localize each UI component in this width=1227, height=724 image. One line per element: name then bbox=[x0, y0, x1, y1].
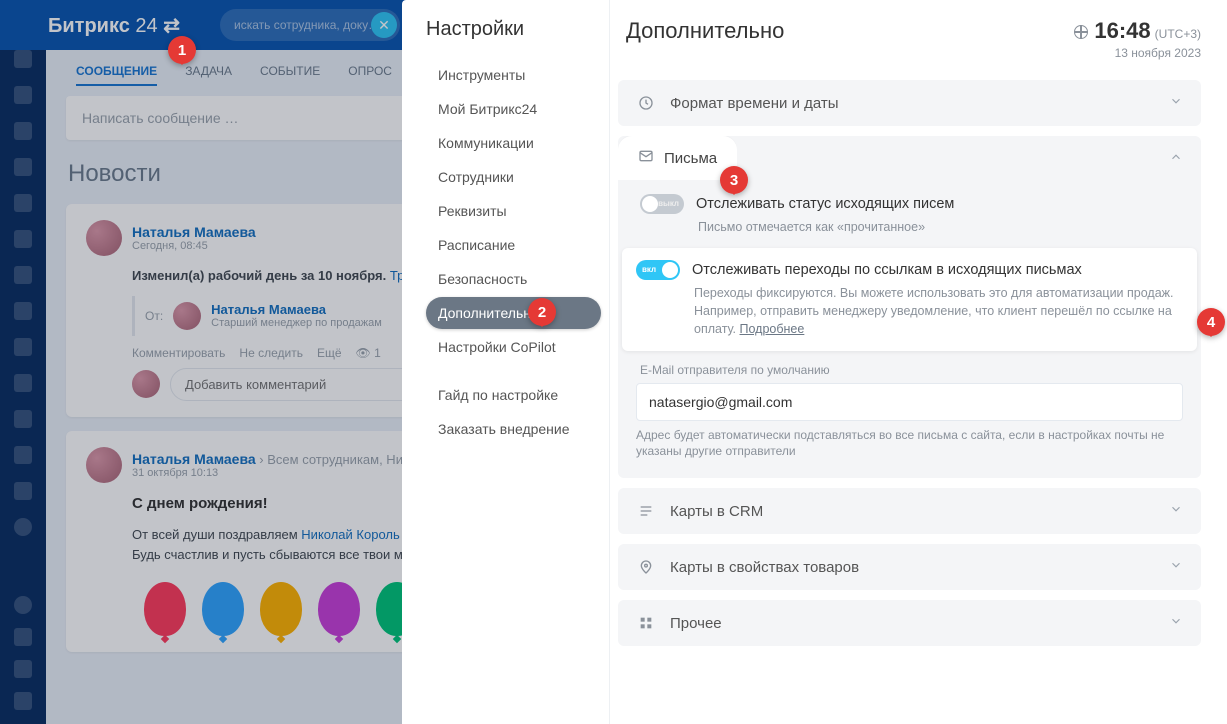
section-label: Карты в CRM bbox=[670, 503, 763, 520]
sender-email-input[interactable] bbox=[636, 383, 1183, 421]
pin-icon bbox=[636, 559, 656, 575]
chevron-down-icon bbox=[1169, 558, 1183, 576]
section-datetime[interactable]: Формат времени и даты bbox=[618, 80, 1201, 126]
clock-icon bbox=[636, 95, 656, 111]
chevron-up-icon[interactable] bbox=[1169, 136, 1201, 169]
chevron-down-icon bbox=[1169, 614, 1183, 632]
section-crm-maps[interactable]: Карты в CRM bbox=[618, 488, 1201, 534]
setting-track-status: выкл Отслеживать статус исходящих писем … bbox=[636, 186, 1183, 242]
toggle-track-links[interactable]: вкл bbox=[636, 260, 680, 280]
section-other[interactable]: Прочее bbox=[618, 600, 1201, 646]
annotation-marker-3: 3 bbox=[720, 166, 748, 194]
map-icon bbox=[636, 503, 656, 519]
annotation-marker-2: 2 bbox=[528, 298, 556, 326]
setting-title: Отслеживать переходы по ссылкам в исходя… bbox=[692, 262, 1082, 278]
annotation-marker-1: 1 bbox=[168, 36, 196, 64]
setting-subtitle: Переходы фиксируются. Вы можете использо… bbox=[694, 284, 1183, 338]
section-label: Прочее bbox=[670, 615, 722, 632]
sidebar-item-my-b24[interactable]: Мой Битрикс24 bbox=[426, 93, 601, 125]
page-title: Дополнительно bbox=[626, 18, 784, 44]
sidebar-item-tools[interactable]: Инструменты bbox=[426, 59, 601, 91]
sidebar-item-order-impl[interactable]: Заказать внедрение bbox=[426, 413, 601, 445]
field-help: Адрес будет автоматически подставляться … bbox=[636, 427, 1183, 461]
grid-icon bbox=[636, 615, 656, 631]
sidebar-item-requisites[interactable]: Реквизиты bbox=[426, 195, 601, 227]
field-label: E-Mail отправителя по умолчанию bbox=[640, 363, 1183, 377]
learn-more-link[interactable]: Подробнее bbox=[740, 322, 805, 336]
sidebar-item-copilot[interactable]: Настройки CoPilot bbox=[426, 331, 601, 363]
section-label: Карты в свойствах товаров bbox=[670, 559, 859, 576]
settings-content: Дополнительно 16:48(UTC+3) 13 ноября 202… bbox=[610, 0, 1227, 724]
setting-subtitle: Письмо отмечается как «прочитанное» bbox=[698, 218, 1183, 236]
settings-sidebar: Настройки Инструменты Мой Битрикс24 Комм… bbox=[402, 0, 610, 724]
sidebar-item-additional[interactable]: Дополнительно bbox=[426, 297, 601, 329]
section-product-maps[interactable]: Карты в свойствах товаров bbox=[618, 544, 1201, 590]
sidebar-item-guide[interactable]: Гайд по настройке bbox=[426, 379, 601, 411]
toggle-track-status[interactable]: выкл bbox=[640, 194, 684, 214]
section-emails: Письма выкл Отслеживать статус исходящих… bbox=[618, 136, 1201, 478]
annotation-marker-4: 4 bbox=[1197, 308, 1225, 336]
section-label: Письма bbox=[664, 150, 717, 167]
chevron-down-icon bbox=[1169, 94, 1183, 112]
setting-track-links: вкл Отслеживать переходы по ссылкам в ис… bbox=[622, 248, 1197, 350]
globe-icon bbox=[1074, 25, 1088, 39]
mail-icon bbox=[638, 148, 654, 168]
sidebar-item-employees[interactable]: Сотрудники bbox=[426, 161, 601, 193]
chevron-down-icon bbox=[1169, 502, 1183, 520]
sidebar-item-communications[interactable]: Коммуникации bbox=[426, 127, 601, 159]
time-widget: 16:48(UTC+3) 13 ноября 2023 bbox=[1074, 18, 1201, 60]
sidebar-item-security[interactable]: Безопасность bbox=[426, 263, 601, 295]
settings-modal: Настройки Инструменты Мой Битрикс24 Комм… bbox=[402, 0, 1227, 724]
section-label: Формат времени и даты bbox=[670, 95, 839, 112]
settings-title: Настройки bbox=[426, 18, 601, 41]
sidebar-item-schedule[interactable]: Расписание bbox=[426, 229, 601, 261]
section-tab-emails[interactable]: Письма bbox=[618, 136, 737, 180]
